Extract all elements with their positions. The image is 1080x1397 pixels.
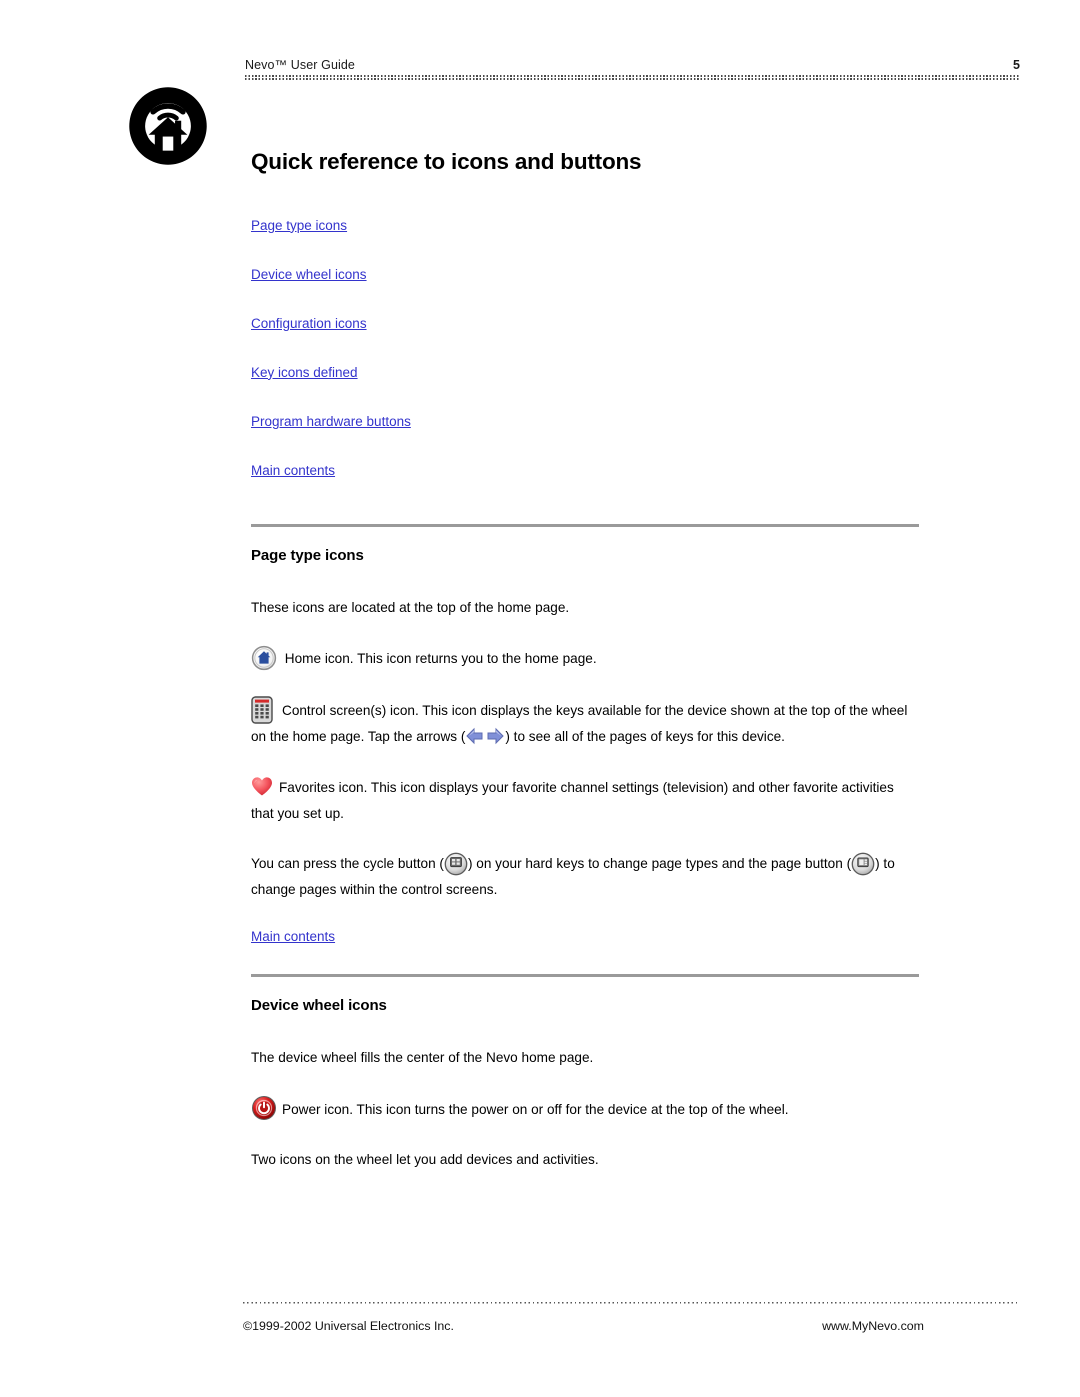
footer-website[interactable]: www.MyNevo.com bbox=[822, 1319, 924, 1333]
power-icon-paragraph: Power icon. This icon turns the power on… bbox=[251, 1095, 919, 1123]
page-number: 5 bbox=[1012, 58, 1020, 72]
page-header: Nevo™ User Guide 5 bbox=[245, 58, 1020, 80]
main-contents-link[interactable]: Main contents bbox=[251, 929, 335, 945]
favorites-paragraph: Favorites icon. This icon displays your … bbox=[251, 775, 919, 827]
header-divider bbox=[245, 75, 1020, 80]
list-item: Page type icons bbox=[251, 217, 919, 235]
page-button-icon bbox=[851, 852, 875, 876]
list-item: Device wheel icons bbox=[251, 266, 919, 284]
control-screens-text-b: ) to see all of the pages of keys for th… bbox=[505, 729, 785, 745]
cycle-button-text-b: ) on your hard keys to change page types… bbox=[467, 856, 852, 872]
header-title: Nevo™ User Guide bbox=[245, 58, 355, 72]
list-item: Main contents bbox=[251, 462, 919, 480]
power-icon-description: Power icon. This icon turns the power on… bbox=[282, 1101, 789, 1117]
section-intro-text: The device wheel fills the center of the… bbox=[251, 1049, 594, 1065]
arrow-left-icon bbox=[465, 727, 485, 745]
footer-copyright: ©1999-2002 Universal Electronics Inc. bbox=[243, 1319, 454, 1333]
document-page: Nevo™ User Guide 5 Quick reference to ic… bbox=[0, 0, 1080, 1397]
section-page-type-icons: Page type icons These icons are located … bbox=[251, 523, 919, 946]
section-divider bbox=[251, 523, 919, 527]
section-divider bbox=[251, 973, 919, 977]
heart-icon bbox=[251, 776, 273, 797]
document-content: Quick reference to icons and buttons Pag… bbox=[251, 149, 919, 1195]
control-screens-paragraph: Control screen(s) icon. This icon displa… bbox=[251, 696, 919, 750]
list-item: Key icons defined bbox=[251, 364, 919, 382]
favorites-description: Favorites icon. This icon displays your … bbox=[251, 779, 894, 821]
section-outro-text: Two icons on the wheel let you add devic… bbox=[251, 1152, 599, 1168]
footer-divider bbox=[243, 1302, 1020, 1304]
power-icon bbox=[251, 1095, 277, 1121]
list-item: Configuration icons bbox=[251, 315, 919, 333]
page-title: Quick reference to icons and buttons bbox=[251, 149, 642, 174]
toc-link-key-icons-defined[interactable]: Key icons defined bbox=[251, 365, 358, 381]
list-item: Program hardware buttons bbox=[251, 413, 919, 431]
home-icon-paragraph: Home icon. This icon returns you to the … bbox=[251, 645, 919, 672]
home-icon bbox=[251, 645, 277, 671]
section-heading: Page type icons bbox=[251, 546, 364, 564]
toc-link-page-type-icons[interactable]: Page type icons bbox=[251, 218, 347, 234]
main-contents-link-block: Main contents bbox=[251, 928, 919, 946]
toc-link-program-hardware-buttons[interactable]: Program hardware buttons bbox=[251, 414, 411, 430]
table-of-contents: Page type icons Device wheel icons Confi… bbox=[251, 217, 919, 480]
arrow-right-icon bbox=[485, 727, 505, 745]
toc-link-device-wheel-icons[interactable]: Device wheel icons bbox=[251, 267, 367, 283]
page-footer: ©1999-2002 Universal Electronics Inc. ww… bbox=[243, 1302, 1020, 1333]
cycle-button-text-a: You can press the cycle button ( bbox=[251, 856, 444, 872]
toc-link-configuration-icons[interactable]: Configuration icons bbox=[251, 316, 367, 332]
hardkeys-paragraph: You can press the cycle button () on yo… bbox=[251, 851, 919, 903]
toc-link-main-contents[interactable]: Main contents bbox=[251, 463, 335, 479]
section-heading: Device wheel icons bbox=[251, 996, 387, 1014]
home-icon-description: Home icon. This icon returns you to the … bbox=[284, 650, 597, 666]
section-intro-text: These icons are located at the top of th… bbox=[251, 599, 570, 615]
nevo-home-wifi-logo-icon bbox=[124, 82, 212, 170]
remote-control-icon bbox=[251, 696, 273, 724]
section-device-wheel-icons: Device wheel icons The device wheel fill… bbox=[251, 973, 919, 1174]
cycle-button-icon bbox=[444, 852, 468, 876]
